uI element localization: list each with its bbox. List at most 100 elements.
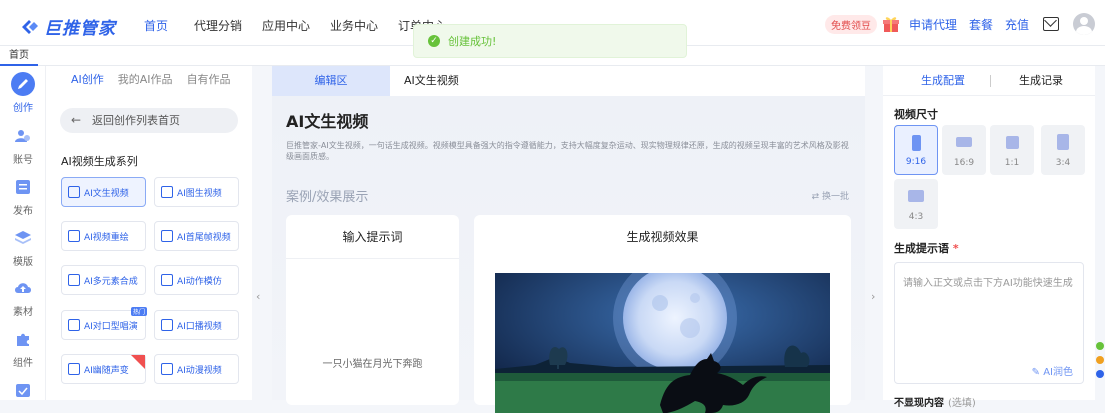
apply-agent-link[interactable]: 申请代理 xyxy=(909,16,957,33)
sidebar-item-components[interactable]: 组件 xyxy=(0,327,46,369)
tab-edit-area[interactable]: 编辑区 xyxy=(272,66,390,96)
chevron-left-icon[interactable]: ‹ xyxy=(256,290,260,303)
ai-creation-panel: AI创作 我的AI作品 自有作品 ← 返回创作列表首页 AI视频生成系列 AI文… xyxy=(46,66,252,400)
check-icon: ✓ xyxy=(428,35,440,47)
editor-body: AI文生视频 巨推管家-AI文生视频，一句话生成视频。视频模型具备强大的指令遵循… xyxy=(272,96,865,413)
sidebar-item-create[interactable]: 创作 xyxy=(0,72,46,114)
voice-icon xyxy=(68,363,80,375)
fn-label: AI多元素合成 xyxy=(84,276,138,287)
tab-ai-create[interactable]: AI创作 xyxy=(71,66,104,94)
size-label: 4:3 xyxy=(908,212,924,222)
fn-voice-change[interactable]: AI幽随声变 xyxy=(61,354,146,384)
fn-multi-element[interactable]: AI多元素合成 xyxy=(61,265,146,295)
sidebar-item-accounts[interactable]: 账号 xyxy=(0,124,46,166)
size-option-3-4[interactable]: 3:4 xyxy=(1041,125,1085,175)
gift-icon[interactable] xyxy=(881,14,901,34)
nav-app-center[interactable]: 应用中心 xyxy=(262,17,330,34)
fn-lip-sync[interactable]: AI对口型唱演 热门 xyxy=(61,307,147,340)
size-label: 9:16 xyxy=(905,157,927,167)
nav-home[interactable]: 首页 xyxy=(144,17,194,34)
users-icon xyxy=(11,124,35,148)
sidebar-item-templates[interactable]: 模版 xyxy=(0,226,46,268)
microphone-icon xyxy=(161,319,173,331)
ai-polish-button[interactable]: ✎ AI润色 xyxy=(1032,363,1073,378)
fn-first-last-frame[interactable]: AI首尾帧视频 xyxy=(154,221,239,251)
sidebar-item-materials[interactable]: 素材 xyxy=(0,276,46,318)
puzzle-icon xyxy=(11,327,35,351)
fn-label: AI口播视频 xyxy=(177,321,222,332)
toast-text: 创建成功! xyxy=(448,35,497,48)
new-corner-badge xyxy=(131,355,145,369)
tab-own-works[interactable]: 自有作品 xyxy=(187,66,231,94)
chevron-right-icon[interactable]: › xyxy=(871,290,875,303)
sidebar-item-more[interactable] xyxy=(0,378,46,402)
left-panel-tabs: AI创作 我的AI作品 自有作品 xyxy=(46,66,252,94)
result-example-card: 生成视频效果 xyxy=(474,215,851,413)
left-divider xyxy=(252,66,272,400)
tab-my-ai-works[interactable]: 我的AI作品 xyxy=(118,66,173,94)
swap-icon: ⇄ xyxy=(811,192,822,202)
sidebar: 创作 账号 发布 模版 素材 组件 xyxy=(0,66,46,400)
prompt-label-text: 生成提示语 xyxy=(894,242,949,255)
hot-tag: 热门 xyxy=(130,307,147,316)
fn-label: AI视频重绘 xyxy=(84,232,129,243)
nav-business-center[interactable]: 业务中心 xyxy=(330,17,398,34)
sidebar-item-label: 组件 xyxy=(13,358,33,369)
tab-home[interactable]: 首页 xyxy=(0,46,38,66)
status-dot xyxy=(1096,342,1104,350)
status-dot xyxy=(1096,370,1104,378)
size-option-9-16[interactable]: 9:16 xyxy=(894,125,938,175)
size-label: 3:4 xyxy=(1055,158,1071,168)
free-beans-badge[interactable]: 免费领豆 xyxy=(824,14,877,34)
sidebar-item-label: 发布 xyxy=(13,206,33,217)
size-option-16-9[interactable]: 16:9 xyxy=(942,125,986,175)
prompt-textarea[interactable]: 请输入正文或点击下方AI功能快速生成 ✎ AI润色 xyxy=(894,262,1084,384)
fn-label: AI文生视频 xyxy=(84,188,129,199)
packages-link[interactable]: 套餐 xyxy=(969,16,993,33)
required-mark: * xyxy=(952,242,959,255)
fn-motion-imitate[interactable]: AI动作模仿 xyxy=(154,265,239,295)
nav-agent-distribution[interactable]: 代理分销 xyxy=(194,17,262,34)
swap-batch-button[interactable]: ⇄ 换一批 xyxy=(812,189,849,202)
card-title[interactable]: 生成视频效果 xyxy=(474,215,851,259)
size-label: 1:1 xyxy=(1004,158,1020,168)
portrait-icon xyxy=(911,135,921,151)
mail-icon[interactable] xyxy=(1043,17,1059,31)
publish-icon xyxy=(11,175,35,199)
back-to-list-button[interactable]: ← 返回创作列表首页 xyxy=(60,108,238,133)
video-size-label: 视频尺寸 xyxy=(894,108,938,121)
size-label: 16:9 xyxy=(953,158,975,168)
fn-image-to-video[interactable]: AI图生视频 xyxy=(154,177,239,207)
recharge-link[interactable]: 充值 xyxy=(1005,16,1029,33)
fn-anime-video[interactable]: AI动漫视频 xyxy=(154,354,239,384)
fn-talking-video[interactable]: AI口播视频 xyxy=(154,310,239,340)
series-title: AI视频生成系列 xyxy=(61,155,138,168)
fn-video-repaint[interactable]: AI视频重绘 xyxy=(61,221,146,251)
sidebar-item-publish[interactable]: 发布 xyxy=(0,175,46,217)
tab-separator xyxy=(990,75,991,87)
tab-generation-records[interactable]: 生成记录 xyxy=(1019,66,1063,96)
tab-generation-config[interactable]: 生成配置 xyxy=(921,66,965,96)
avatar[interactable] xyxy=(1073,13,1095,35)
case-section-title: 案例/效果展示 xyxy=(286,190,369,205)
example-video-thumbnail[interactable] xyxy=(495,273,830,413)
fn-label: AI幽随声变 xyxy=(84,365,129,376)
right-panel-tabs: 生成配置 生成记录 xyxy=(883,66,1095,96)
sidebar-item-label: 创作 xyxy=(13,103,33,114)
main-editor: 编辑区 AI文生视频 AI文生视频 巨推管家-AI文生视频，一句话生成视频。视频… xyxy=(272,66,865,413)
tab-text-to-video[interactable]: AI文生视频 xyxy=(404,66,459,96)
image-video-icon xyxy=(161,186,173,198)
optional-content-label: 不显现内容 (选填) xyxy=(894,394,976,409)
motion-icon xyxy=(161,274,173,286)
prompt-example-card: 输入提示词 一只小猫在月光下奔跑 xyxy=(286,215,459,405)
fn-label: AI对口型唱演 xyxy=(84,321,138,332)
sidebar-item-label: 素材 xyxy=(13,307,33,318)
size-option-4-3[interactable]: 4:3 xyxy=(894,179,938,229)
fn-text-to-video[interactable]: AI文生视频 xyxy=(61,177,146,207)
multi-element-icon xyxy=(68,274,80,286)
size-option-1-1[interactable]: 1:1 xyxy=(990,125,1034,175)
card-title: 输入提示词 xyxy=(286,215,459,259)
header-actions: 免费领豆 申请代理 套餐 充值 xyxy=(824,13,1095,35)
right-divider xyxy=(865,66,883,400)
logo[interactable]: 巨推管家 xyxy=(20,14,116,39)
